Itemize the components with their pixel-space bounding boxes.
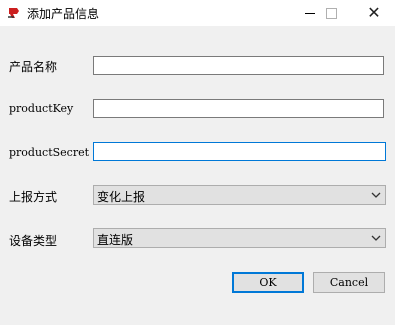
app-logo-icon <box>8 8 19 18</box>
title-bar[interactable]: 添加产品信息 ✕ <box>0 0 395 26</box>
maximize-button[interactable] <box>314 0 348 26</box>
close-icon: ✕ <box>367 3 381 22</box>
chevron-down-icon <box>371 235 381 241</box>
report-method-value: 变化上报 <box>97 190 146 204</box>
device-type-label: 设备类型 <box>9 234 58 248</box>
window-title: 添加产品信息 <box>27 7 100 21</box>
product-key-label: productKey <box>9 102 74 115</box>
device-type-value: 直连版 <box>97 233 134 247</box>
product-key-input[interactable] <box>93 99 384 118</box>
cancel-button[interactable]: Cancel <box>313 272 385 293</box>
device-type-select[interactable]: 直连版 <box>93 228 386 248</box>
ok-button[interactable]: OK <box>232 272 304 293</box>
report-method-select[interactable]: 变化上报 <box>93 185 386 205</box>
close-button[interactable]: ✕ <box>357 0 391 26</box>
product-secret-label: productSecret <box>9 146 90 159</box>
product-name-input[interactable] <box>93 56 384 75</box>
product-secret-input[interactable] <box>93 142 386 161</box>
chevron-down-icon <box>371 192 381 198</box>
report-method-label: 上报方式 <box>9 190 58 204</box>
product-name-label: 产品名称 <box>9 60 58 74</box>
maximize-icon <box>325 7 337 19</box>
